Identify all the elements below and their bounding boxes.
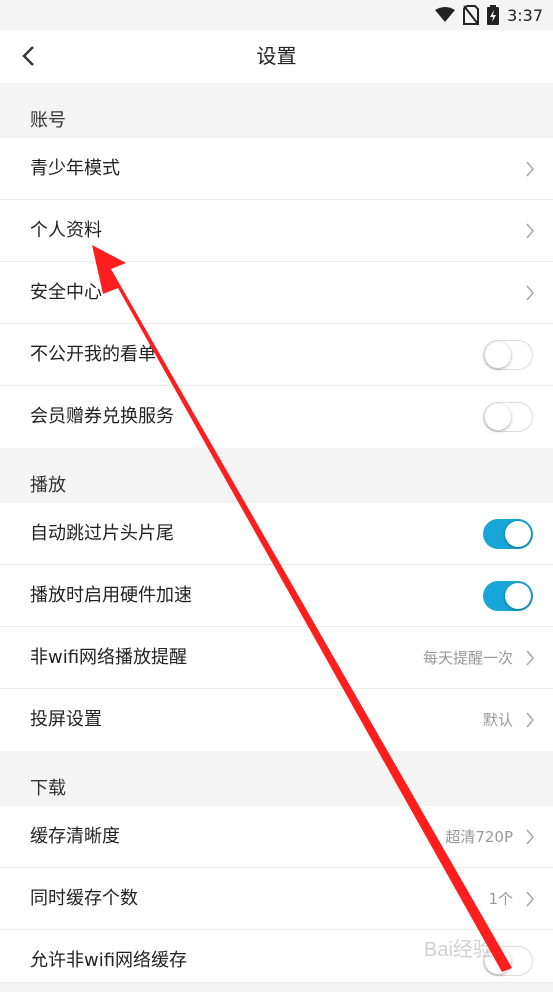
section-title: 账号 (30, 110, 66, 131)
row-security-center[interactable]: 安全中心 (0, 262, 553, 324)
row-value: 超清720P (445, 828, 513, 846)
row-skip-intro: 自动跳过片头片尾 (0, 503, 553, 565)
nav-bar: 设置 (0, 30, 553, 83)
status-time: 3:37 (507, 5, 543, 25)
section-header-download: 下载 (0, 751, 553, 806)
battery-charging-icon (487, 5, 500, 25)
row-label: 安全中心 (30, 282, 102, 303)
row-member-coupon: 会员赠券兑换服务 (0, 386, 553, 448)
row-label: 缓存清晰度 (30, 826, 120, 847)
row-label: 个人资料 (30, 220, 102, 241)
wifi-icon (435, 7, 456, 22)
row-label: 非wifi网络播放提醒 (30, 647, 188, 668)
status-bar: 3:37 (0, 0, 553, 30)
section-header-account: 账号 (0, 83, 553, 138)
row-label: 不公开我的看单 (30, 344, 156, 365)
status-icons: 3:37 (435, 4, 543, 26)
watermark-text: Bai经验 (424, 938, 493, 961)
row-cache-quality[interactable]: 缓存清晰度 超清720P (0, 806, 553, 868)
row-label: 自动跳过片头片尾 (30, 523, 174, 544)
page-title: 设置 (256, 44, 297, 68)
row-label: 同时缓存个数 (30, 888, 138, 909)
row-cast-settings[interactable]: 投屏设置 默认 (0, 689, 553, 751)
toggle-knob (505, 583, 531, 609)
row-label: 投屏设置 (30, 709, 102, 730)
skip-intro-toggle[interactable] (483, 519, 533, 549)
chevron-right-icon (526, 223, 535, 239)
back-button[interactable] (10, 38, 46, 74)
hardware-acceleration-toggle[interactable] (483, 581, 533, 611)
row-value: 1个 (488, 890, 513, 908)
toggle-knob (485, 342, 511, 368)
chevron-left-icon (22, 46, 34, 66)
chevron-right-icon (526, 285, 535, 301)
chevron-right-icon (526, 712, 535, 728)
section-title: 下载 (30, 778, 66, 799)
row-label: 青少年模式 (30, 158, 120, 179)
row-nonwifi-play-reminder[interactable]: 非wifi网络播放提醒 每天提醒一次 (0, 627, 553, 689)
chevron-right-icon (526, 891, 535, 907)
toggle-knob (505, 521, 531, 547)
row-private-watchlist: 不公开我的看单 (0, 324, 553, 386)
row-value: 默认 (482, 711, 513, 729)
no-sim-icon (463, 5, 480, 25)
member-coupon-toggle[interactable] (483, 402, 533, 432)
row-profile[interactable]: 个人资料 (0, 200, 553, 262)
chevron-right-icon (526, 829, 535, 845)
chevron-right-icon (526, 161, 535, 177)
row-teen-mode[interactable]: 青少年模式 (0, 138, 553, 200)
watermark-logo: Bai经验 (424, 938, 493, 961)
toggle-knob (485, 404, 511, 430)
row-hardware-acceleration: 播放时启用硬件加速 (0, 565, 553, 627)
row-value: 每天提醒一次 (422, 649, 513, 667)
row-concurrent-cache-count[interactable]: 同时缓存个数 1个 (0, 868, 553, 930)
section-header-playback: 播放 (0, 448, 553, 503)
row-label: 播放时启用硬件加速 (30, 585, 192, 606)
private-watchlist-toggle[interactable] (483, 340, 533, 370)
section-title: 播放 (30, 475, 66, 496)
row-label: 会员赠券兑换服务 (30, 406, 174, 427)
chevron-right-icon (526, 650, 535, 666)
